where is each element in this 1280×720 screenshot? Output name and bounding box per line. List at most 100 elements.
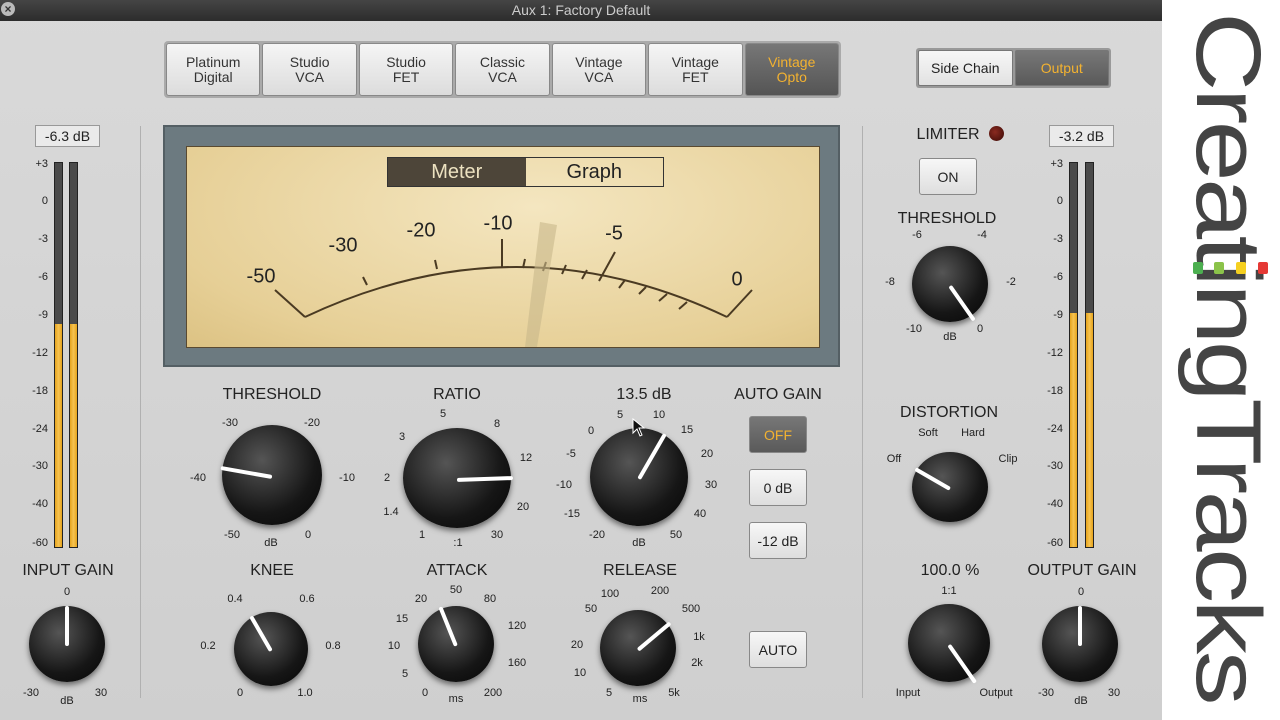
gain-reduction-meter: Meter Graph -50 -30 -20 -10 -5 0	[163, 125, 840, 367]
model-studio-fet[interactable]: Studio FET	[358, 43, 454, 96]
makeup-tick: 40	[693, 508, 707, 520]
release-label: RELEASE	[603, 562, 677, 579]
close-icon[interactable]: ×	[1, 2, 15, 16]
knee-tick: 1.0	[297, 687, 313, 699]
model-classic-vca[interactable]: Classic VCA	[455, 43, 550, 96]
input-meter-left	[54, 162, 63, 548]
knee-tick: 0.2	[200, 640, 216, 652]
output-level-fill-left	[1070, 312, 1077, 547]
model-vintage-vca[interactable]: Vintage VCA	[551, 43, 647, 96]
output-tab[interactable]: Output	[1014, 50, 1109, 86]
auto-gain-minus12db-button[interactable]: -12 dB	[749, 522, 807, 559]
limiter-threshold-knob[interactable]	[912, 246, 988, 322]
ratio-tick: 1	[418, 529, 426, 541]
knee-knob[interactable]	[234, 612, 308, 686]
limiter-threshold-tick: -2	[1006, 276, 1016, 288]
release-tick: 1k	[693, 631, 705, 643]
distortion-tick: Hard	[961, 427, 985, 439]
attack-tick: 5	[401, 668, 409, 680]
output-gain-knob[interactable]	[1042, 606, 1118, 682]
makeup-tick: 15	[680, 424, 694, 436]
threshold-tick: -50	[224, 529, 240, 541]
ratio-label: RATIO	[433, 386, 481, 403]
meter-tick-label: 0	[731, 268, 743, 291]
auto-release-button[interactable]: AUTO	[749, 631, 807, 668]
meter-scale-label: -30	[1047, 460, 1063, 472]
ratio-tick: 2	[383, 472, 391, 484]
meter-scale-label: -60	[1047, 537, 1063, 549]
model-studio-vca[interactable]: Studio VCA	[262, 43, 357, 96]
ratio-tick: 3	[398, 431, 406, 443]
release-tick: 20	[570, 639, 584, 651]
meter-scale-label: -60	[32, 537, 48, 549]
input-gain-knob[interactable]	[29, 606, 105, 682]
compressor-window: × Aux 1: Factory Default Platinum Digita…	[0, 0, 1162, 720]
knob-pointer	[438, 606, 458, 647]
ratio-tick: 12	[519, 452, 533, 464]
knob-pointer	[947, 643, 978, 684]
limiter-threshold-tick: -10	[906, 323, 922, 335]
release-knob[interactable]	[600, 610, 676, 686]
creating-tracks-logo: CreatingTracks	[1162, 0, 1280, 720]
view-selector: Side Chain Output	[916, 48, 1111, 88]
ratio-tick: 8	[493, 418, 501, 430]
threshold-tick: -40	[190, 472, 206, 484]
limiter-threshold-tick: 0	[976, 323, 984, 335]
distortion-knob[interactable]	[912, 452, 988, 522]
attack-tick: 50	[449, 584, 463, 596]
model-vintage-opto[interactable]: Vintage Opto	[744, 43, 839, 96]
limiter-threshold-tick: -6	[912, 229, 922, 241]
model-platinum-digital[interactable]: Platinum Digital	[166, 43, 261, 96]
distortion-tick: Off	[886, 453, 902, 465]
makeup-tick: 5	[616, 409, 624, 421]
output-level-fill-right	[1086, 312, 1093, 547]
distortion-label: DISTORTION	[899, 404, 999, 421]
mix-knob[interactable]	[908, 604, 990, 684]
attack-knob[interactable]	[418, 606, 494, 682]
makeup-unit: dB	[632, 537, 646, 549]
attack-tick: 80	[483, 593, 497, 605]
knee-tick: 0.4	[227, 593, 243, 605]
input-level-fill-left	[55, 324, 62, 547]
window-title: Aux 1: Factory Default	[511, 2, 651, 18]
meter-scale-label: -40	[32, 498, 48, 510]
meter-face: Meter Graph -50 -30 -20 -10 -5 0	[186, 146, 820, 348]
ratio-knob[interactable]	[403, 428, 514, 528]
meter-scale-label: +3	[1050, 158, 1063, 170]
attack-tick: 20	[414, 593, 428, 605]
model-vintage-fet[interactable]: Vintage FET	[648, 43, 743, 96]
meter-tick-label: -10	[483, 212, 513, 235]
makeup-gain-knob[interactable]	[590, 428, 688, 526]
release-unit: ms	[632, 693, 648, 705]
limiter-on-button[interactable]: ON	[919, 158, 977, 195]
divider-right	[862, 126, 863, 698]
knee-label: KNEE	[250, 562, 294, 579]
meter-scale-label: -18	[1047, 385, 1063, 397]
attack-tick: 0	[421, 687, 429, 699]
ratio-unit: :1	[453, 537, 463, 549]
meter-tick-label: -20	[406, 219, 436, 242]
mix-tick: 1:1	[941, 585, 957, 597]
knob-pointer	[1078, 606, 1082, 646]
side-chain-tab[interactable]: Side Chain	[918, 50, 1013, 86]
output-gain-tick: 0	[1077, 586, 1085, 598]
limiter-threshold-label: THRESHOLD	[897, 210, 997, 227]
auto-gain-off-button[interactable]: OFF	[749, 416, 807, 453]
threshold-knob[interactable]	[220, 425, 322, 525]
creating-tracks-logo-graphic: CreatingTracks	[1177, 12, 1279, 702]
meter-scale-label: -40	[1047, 498, 1063, 510]
ratio-tick: 30	[490, 529, 504, 541]
meter-scale-label: -30	[32, 460, 48, 472]
release-tick: 2k	[691, 657, 703, 669]
threshold-tick: -10	[339, 472, 355, 484]
input-gain-tick: 0	[63, 586, 71, 598]
auto-gain-0db-button[interactable]: 0 dB	[749, 469, 807, 506]
output-gain-tick: 30	[1107, 687, 1121, 699]
threshold-tick: -20	[304, 417, 320, 429]
knee-tick: 0.8	[325, 640, 341, 652]
meter-scale-label: -18	[32, 385, 48, 397]
meter-scale-label: 0	[41, 195, 48, 207]
knob-pointer	[948, 284, 976, 322]
mouse-cursor-icon	[632, 418, 646, 437]
meter-scale-label: 0	[1056, 195, 1063, 207]
